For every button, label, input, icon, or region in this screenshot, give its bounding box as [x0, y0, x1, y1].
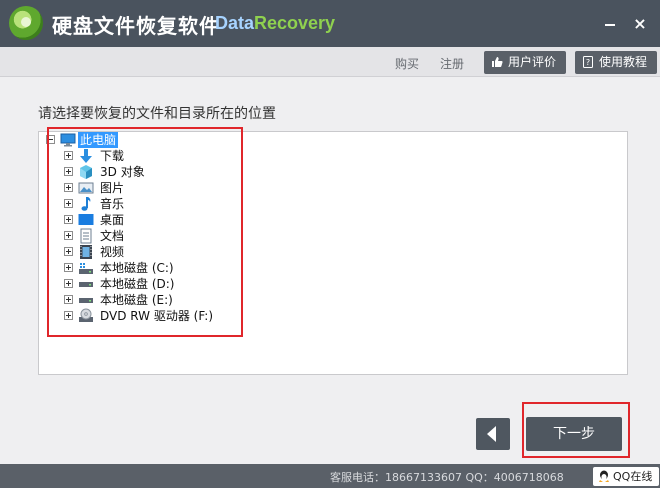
minimize-icon[interactable]: [600, 14, 620, 34]
tree-highlight-box: [47, 127, 243, 337]
brand-logo-text: DataRecovery: [215, 13, 335, 34]
title-bar: 硬盘文件恢复软件 DataRecovery ×: [0, 0, 660, 47]
help-book-icon: ?: [583, 56, 593, 68]
brand-part-recovery: Recovery: [254, 13, 336, 33]
user-rating-button[interactable]: 用户评价: [484, 51, 566, 74]
qq-online-label: QQ在线: [613, 470, 653, 483]
back-button[interactable]: [476, 418, 510, 450]
app-logo: [9, 6, 43, 40]
app-window: 硬盘文件恢复软件 DataRecovery × 购买 注册 用户评价 ? 使用教…: [0, 0, 660, 488]
qq-online-button[interactable]: QQ在线: [593, 467, 659, 486]
register-link[interactable]: 注册: [440, 55, 464, 72]
tutorial-button[interactable]: ? 使用教程: [575, 51, 657, 74]
hotline-text: 客服电话：18667133607 QQ：4006718068: [330, 471, 564, 484]
app-title: 硬盘文件恢复软件: [52, 14, 220, 38]
instruction-text: 请选择要恢复的文件和目录所在的位置: [38, 106, 276, 122]
next-button-highlight-box: [522, 402, 630, 458]
qq-penguin-icon: [599, 470, 609, 482]
status-bar: 客服电话：18667133607 QQ：4006718068 QQ在线: [0, 464, 660, 488]
tutorial-label: 使用教程: [599, 55, 648, 69]
user-rating-label: 用户评价: [508, 55, 557, 69]
brand-part-data: Data: [215, 13, 255, 33]
close-icon[interactable]: ×: [630, 14, 650, 34]
svg-text:?: ?: [586, 58, 590, 67]
buy-link[interactable]: 购买: [395, 55, 419, 72]
thumbs-up-icon: [492, 57, 503, 67]
toolbar: 购买 注册 用户评价 ? 使用教程: [0, 47, 660, 77]
